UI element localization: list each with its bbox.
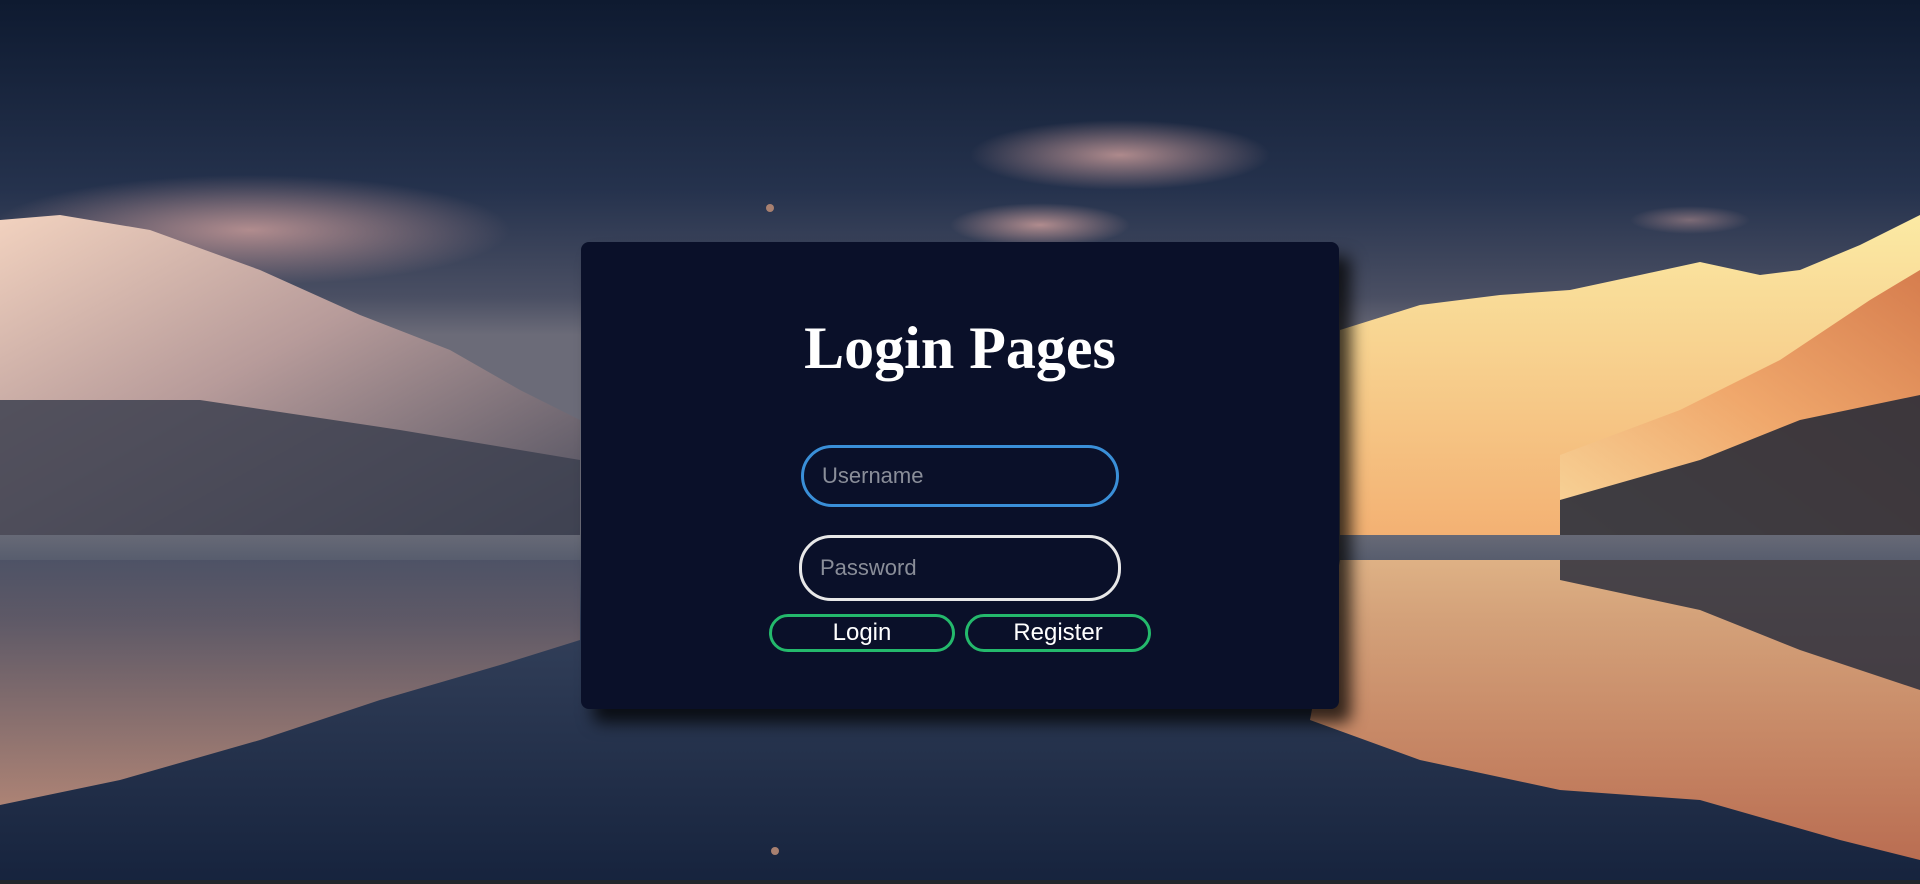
- bottom-edge-bar: [0, 880, 1920, 884]
- page-title: Login Pages: [804, 315, 1116, 381]
- login-button[interactable]: Login: [769, 614, 955, 652]
- page: Login Pages Login Register: [0, 0, 1920, 884]
- login-card: Login Pages Login Register: [581, 242, 1339, 709]
- register-button[interactable]: Register: [965, 614, 1151, 652]
- password-input[interactable]: [799, 535, 1121, 601]
- username-input[interactable]: [801, 445, 1119, 507]
